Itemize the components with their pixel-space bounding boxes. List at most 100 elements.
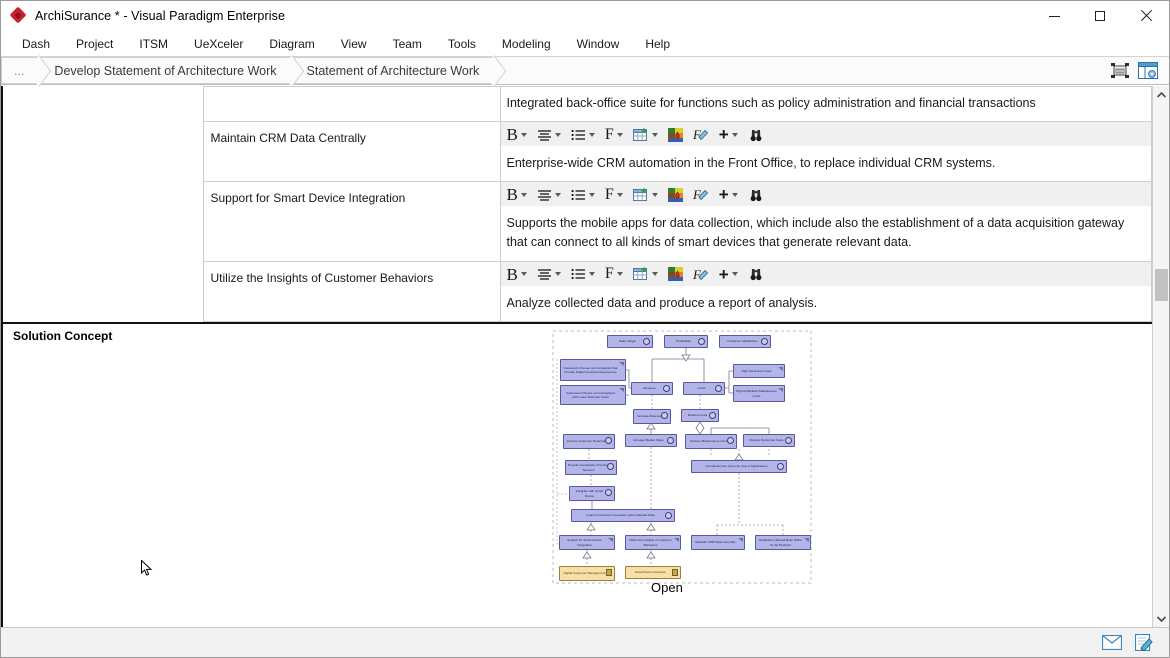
font-icon[interactable]: F (603, 125, 625, 145)
chevron-up-icon[interactable] (1153, 86, 1170, 103)
find-binoculars-icon[interactable] (746, 125, 766, 145)
chevron-down-icon[interactable] (554, 132, 561, 137)
diagram-node-competitor-digital[interactable]: Customers Choose our Competitor that Pro… (560, 359, 626, 381)
format-painter-icon[interactable]: F (691, 264, 711, 284)
color-palette-icon[interactable] (666, 125, 685, 145)
diagram-node-high-personnel-costs[interactable]: High Personnel Costs (733, 364, 785, 378)
minimize-button[interactable] (1031, 1, 1077, 32)
format-painter-icon[interactable]: F (691, 185, 711, 205)
scroll-track[interactable] (1153, 103, 1170, 610)
requirement-description[interactable]: Enterprise-wide CRM automation in the Fr… (501, 147, 1152, 181)
breadcrumb-item-statement[interactable]: Statement of Architecture Work (292, 57, 496, 84)
diagram-node-costs[interactable]: Costs (683, 382, 725, 395)
fit-to-screen-icon[interactable] (1109, 61, 1131, 81)
insert-plus-icon[interactable]: + (717, 264, 740, 284)
solution-concept-diagram[interactable]: Sales Target Profitability Customer Sati… (551, 329, 831, 601)
requirement-description[interactable]: Analyze collected data and produce a rep… (501, 287, 1152, 321)
bullet-list-icon[interactable] (569, 125, 597, 145)
diagram-node-increase-revenue[interactable]: Increase Revenue (633, 409, 671, 424)
diagram-node-improve-retention[interactable]: Improve Customer Retention (563, 434, 615, 449)
bullet-list-icon[interactable] (569, 185, 597, 205)
menu-item-team[interactable]: Team (380, 33, 435, 55)
menu-item-dash[interactable]: Dash (9, 33, 63, 55)
diagram-node-data-driven-insurance[interactable]: Data Driven Insurance (625, 566, 681, 579)
maximize-button[interactable] (1077, 1, 1123, 32)
breadcrumb-item-develop-statement[interactable]: Develop Statement of Architecture Work (40, 57, 293, 84)
chevron-down-icon[interactable] (731, 272, 738, 277)
requirement-name[interactable]: Support for Smart Device Integration (202, 181, 501, 262)
font-icon[interactable]: F (603, 185, 625, 205)
diagram-node-digital-customer-management[interactable]: Digital Customer Management (559, 566, 615, 581)
color-palette-icon[interactable] (666, 185, 685, 205)
insert-table-icon[interactable] (631, 125, 660, 145)
bold-icon[interactable]: B (505, 185, 529, 205)
align-icon[interactable] (535, 125, 563, 145)
scroll-thumb[interactable] (1154, 269, 1168, 301)
vertical-scrollbar[interactable] (1152, 86, 1169, 627)
chevron-down-icon[interactable] (554, 192, 561, 197)
menu-item-diagram[interactable]: Diagram (256, 33, 327, 55)
open-diagram-link[interactable]: Open (651, 580, 683, 595)
chevron-down-icon[interactable] (588, 192, 595, 197)
find-binoculars-icon[interactable] (746, 185, 766, 205)
mail-envelope-icon[interactable] (1101, 633, 1123, 653)
chevron-down-icon[interactable] (731, 132, 738, 137)
open-in-window-icon[interactable] (1137, 61, 1159, 81)
diagram-node-reduce-costs[interactable]: Reduce Costs (681, 409, 719, 422)
menu-item-help[interactable]: Help (632, 33, 683, 55)
font-icon[interactable]: F (603, 264, 625, 284)
chevron-down-icon[interactable] (520, 192, 527, 197)
color-palette-icon[interactable] (666, 264, 685, 284)
menu-item-view[interactable]: View (328, 33, 380, 55)
diagram-node-provide-competitive-premium[interactable]: Provide Competitive Premium Services (565, 460, 617, 475)
requirement-description[interactable]: Supports the mobile apps for data collec… (501, 207, 1152, 260)
diagram-node-sales-target[interactable]: Sales Target (607, 335, 653, 348)
diagram-node-customer-satisfaction[interactable]: Customer Satisfaction (719, 335, 771, 348)
insert-plus-icon[interactable]: + (717, 185, 740, 205)
diagram-node-competitor-premium[interactable]: Customers Choose our Competitors with Lo… (560, 385, 626, 405)
chevron-down-icon[interactable] (588, 272, 595, 277)
chevron-down-icon[interactable] (616, 192, 623, 197)
diagram-node-integrate-smart-device[interactable]: Integrate with Smart Device (569, 486, 615, 501)
requirement-description[interactable]: Integrated back-office suite for functio… (501, 87, 1152, 121)
chevron-down-icon[interactable] (651, 192, 658, 197)
diagram-node-high-app-maintenance[interactable]: High Application Maintenance Costs (733, 385, 785, 402)
diagram-node-common-use-applications[interactable]: Introduction the Common Use of Applicati… (691, 460, 787, 473)
chevron-down-icon[interactable] (1153, 610, 1170, 627)
insert-plus-icon[interactable]: + (717, 125, 740, 145)
bullet-list-icon[interactable] (569, 264, 597, 284)
requirement-name[interactable] (202, 85, 501, 123)
notes-edit-icon[interactable] (1133, 633, 1155, 653)
diagram-node-reduce-maintenance-cost[interactable]: Reduce Maintenance Cost (685, 434, 737, 449)
menu-item-tools[interactable]: Tools (435, 33, 489, 55)
chevron-down-icon[interactable] (616, 132, 623, 137)
menu-item-window[interactable]: Window (564, 33, 633, 55)
menu-item-itsm[interactable]: ITSM (126, 33, 181, 55)
insert-table-icon[interactable] (631, 264, 660, 284)
chevron-down-icon[interactable] (554, 272, 561, 277)
diagram-node-revenue[interactable]: Revenue (631, 382, 673, 395)
diagram-node-maintain-crm[interactable]: Maintain CRM Data Centrally (691, 535, 745, 550)
diagram-node-shared-back-office[interactable]: Establish a Shared Back Office for All P… (755, 535, 811, 550)
chevron-down-icon[interactable] (651, 132, 658, 137)
bold-icon[interactable]: B (505, 125, 529, 145)
menu-item-project[interactable]: Project (63, 33, 126, 55)
chevron-down-icon[interactable] (616, 272, 623, 277)
close-button[interactable] (1123, 1, 1169, 32)
insert-table-icon[interactable] (631, 185, 660, 205)
align-icon[interactable] (535, 185, 563, 205)
diagram-node-support-smart-device[interactable]: Support for Smart Device Integration (559, 535, 615, 550)
diagram-node-utilize-insights[interactable]: Utilize the Insights of Customer Behavio… (625, 535, 681, 550)
diagram-node-reduce-personnel-costs[interactable]: Reduce Personnel Costs (743, 434, 795, 447)
align-icon[interactable] (535, 264, 563, 284)
find-binoculars-icon[interactable] (746, 264, 766, 284)
menu-item-uexceler[interactable]: UeXceler (181, 33, 256, 55)
chevron-down-icon[interactable] (520, 132, 527, 137)
diagram-node-improve-customer-interaction[interactable]: Improve Customer Interaction with Collec… (571, 509, 675, 522)
diagram-node-increase-market-share[interactable]: Increase Market Share (625, 434, 677, 447)
breadcrumb-item-ellipsis[interactable]: ... (1, 57, 41, 84)
chevron-down-icon[interactable] (520, 272, 527, 277)
menu-item-modeling[interactable]: Modeling (489, 33, 564, 55)
format-painter-icon[interactable]: F (691, 125, 711, 145)
chevron-down-icon[interactable] (651, 272, 658, 277)
